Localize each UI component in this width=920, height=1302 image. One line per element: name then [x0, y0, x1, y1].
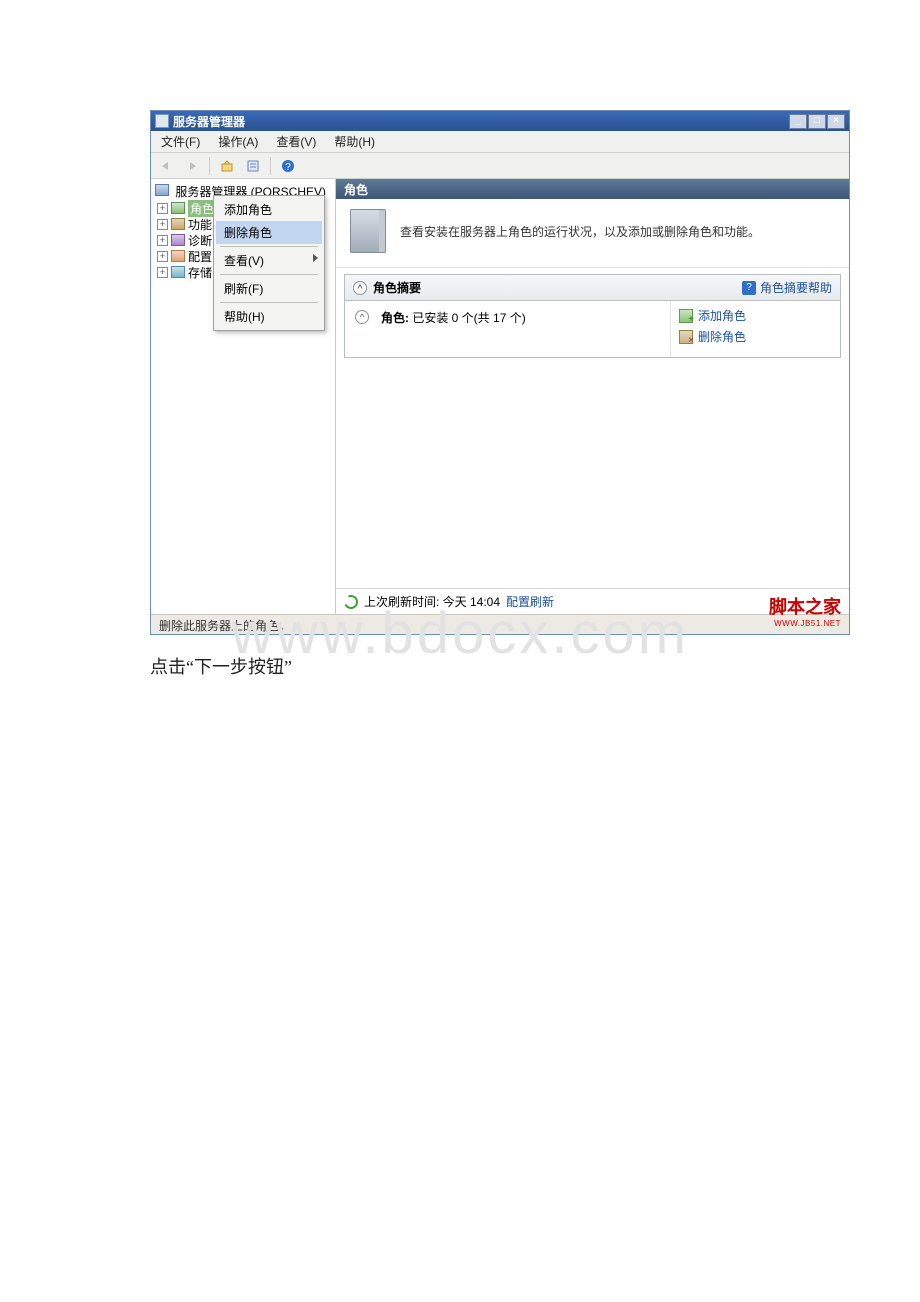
configure-refresh-link[interactable]: 配置刷新 [506, 593, 554, 610]
roles-summary-body: ^ 角色: 已安装 0 个(共 17 个) 添加角色 [344, 300, 841, 358]
roles-big-icon [350, 209, 386, 253]
nav-back-button[interactable] [155, 156, 177, 176]
ctx-add-role[interactable]: 添加角色 [216, 198, 322, 221]
minimize-button[interactable]: _ [789, 114, 807, 129]
tree-item-configuration[interactable]: 配置 [188, 248, 212, 265]
toolbar-separator [209, 157, 210, 175]
remove-role-icon [679, 330, 693, 344]
tree-item-diagnostics[interactable]: 诊断 [188, 232, 212, 249]
section-help-label: 角色摘要帮助 [760, 279, 832, 296]
menubar: 文件(F) 操作(A) 查看(V) 帮助(H) [151, 131, 849, 153]
configuration-icon [171, 250, 185, 262]
help-square-icon: ? [742, 281, 756, 295]
tree-item-features[interactable]: 功能 [188, 216, 212, 233]
content-pane: 角色 查看安装在服务器上角色的运行状况，以及添加或删除角色和功能。 ^ 角色摘要… [336, 179, 849, 614]
caption-text: 点击“下一步按钮” [150, 653, 770, 679]
context-menu: 添加角色 删除角色 查看(V) 刷新(F) 帮助(H) [213, 195, 325, 331]
remove-role-link[interactable]: 删除角色 [679, 328, 832, 345]
collapse-button[interactable]: ^ [353, 281, 367, 295]
nav-forward-button[interactable] [181, 156, 203, 176]
features-icon [171, 218, 185, 230]
ctx-separator-1 [220, 246, 318, 247]
roles-summary-left: ^ 角色: 已安装 0 个(共 17 个) [345, 301, 670, 357]
section-help-link[interactable]: ? 角色摘要帮助 [742, 279, 832, 296]
submenu-arrow-icon [313, 254, 318, 262]
expand-button-diagnostics[interactable]: + [157, 235, 168, 246]
description-text: 查看安装在服务器上角色的运行状况，以及添加或删除角色和功能。 [400, 223, 760, 240]
menu-help[interactable]: 帮助(H) [330, 131, 379, 152]
storage-icon [171, 266, 185, 278]
app-icon [155, 114, 169, 128]
expand-button-features[interactable]: + [157, 219, 168, 230]
tree-pane: 服务器管理器 (PORSCHEV) + 角色 + 功能 + 诊断 [151, 179, 336, 614]
help-button[interactable]: ? [277, 156, 299, 176]
statusbar: 删除此服务器上的角色。 [151, 614, 849, 634]
expand-button-roles[interactable]: + [157, 203, 168, 214]
nav-up-button[interactable] [216, 156, 238, 176]
tree-item-roles[interactable]: 角色 [188, 200, 216, 217]
help-icon: ? [281, 159, 295, 173]
arrow-right-icon [185, 160, 199, 172]
roles-icon [171, 202, 185, 214]
ctx-refresh[interactable]: 刷新(F) [216, 277, 322, 300]
refresh-row: 上次刷新时间: 今天 14:04 配置刷新 [336, 588, 849, 614]
description-row: 查看安装在服务器上角色的运行状况，以及添加或删除角色和功能。 [336, 199, 849, 268]
properties-icon [246, 159, 260, 173]
tree-item-storage[interactable]: 存储 [188, 264, 212, 281]
sub-collapse-button[interactable]: ^ [355, 310, 369, 324]
toolbar: ? [151, 153, 849, 179]
toolbar-separator-2 [270, 157, 271, 175]
refresh-prefix: 上次刷新时间: 今天 14:04 [364, 593, 500, 610]
expand-button-configuration[interactable]: + [157, 251, 168, 262]
add-role-link[interactable]: 添加角色 [679, 307, 832, 324]
server-manager-window: 服务器管理器 _ □ × 文件(F) 操作(A) 查看(V) 帮助(H) [150, 110, 850, 635]
ctx-remove-role[interactable]: 删除角色 [216, 221, 322, 244]
svg-text:?: ? [285, 162, 291, 173]
maximize-button[interactable]: □ [808, 114, 826, 129]
menu-action[interactable]: 操作(A) [214, 131, 262, 152]
expand-button-storage[interactable]: + [157, 267, 168, 278]
roles-summary-header: ^ 角色摘要 ? 角色摘要帮助 [344, 274, 841, 300]
roles-label: 角色: [381, 311, 409, 325]
folder-up-icon [220, 159, 234, 173]
diagnostics-icon [171, 234, 185, 246]
window-title: 服务器管理器 [173, 113, 789, 130]
roles-count: 已安装 0 个(共 17 个) [412, 311, 525, 325]
titlebar: 服务器管理器 _ □ × [151, 111, 849, 131]
roles-count-row: 角色: 已安装 0 个(共 17 个) [381, 309, 526, 326]
ctx-view[interactable]: 查看(V) [216, 249, 322, 272]
add-role-label: 添加角色 [698, 307, 746, 324]
ctx-view-label: 查看(V) [224, 254, 264, 268]
arrow-left-icon [159, 160, 173, 172]
window-buttons: _ □ × [789, 114, 845, 129]
properties-button[interactable] [242, 156, 264, 176]
roles-actions: 添加角色 删除角色 [670, 301, 840, 357]
content-filler [336, 366, 849, 588]
ctx-separator-3 [220, 302, 318, 303]
refresh-icon [342, 593, 360, 611]
close-button[interactable]: × [827, 114, 845, 129]
section-title: 角色摘要 [373, 279, 421, 296]
menu-view[interactable]: 查看(V) [272, 131, 320, 152]
body-split: 服务器管理器 (PORSCHEV) + 角色 + 功能 + 诊断 [151, 179, 849, 614]
remove-role-label: 删除角色 [698, 328, 746, 345]
menu-file[interactable]: 文件(F) [157, 131, 204, 152]
ctx-separator-2 [220, 274, 318, 275]
page-header: 角色 [336, 179, 849, 199]
add-role-icon [679, 309, 693, 323]
server-icon [155, 184, 169, 196]
ctx-help[interactable]: 帮助(H) [216, 305, 322, 328]
